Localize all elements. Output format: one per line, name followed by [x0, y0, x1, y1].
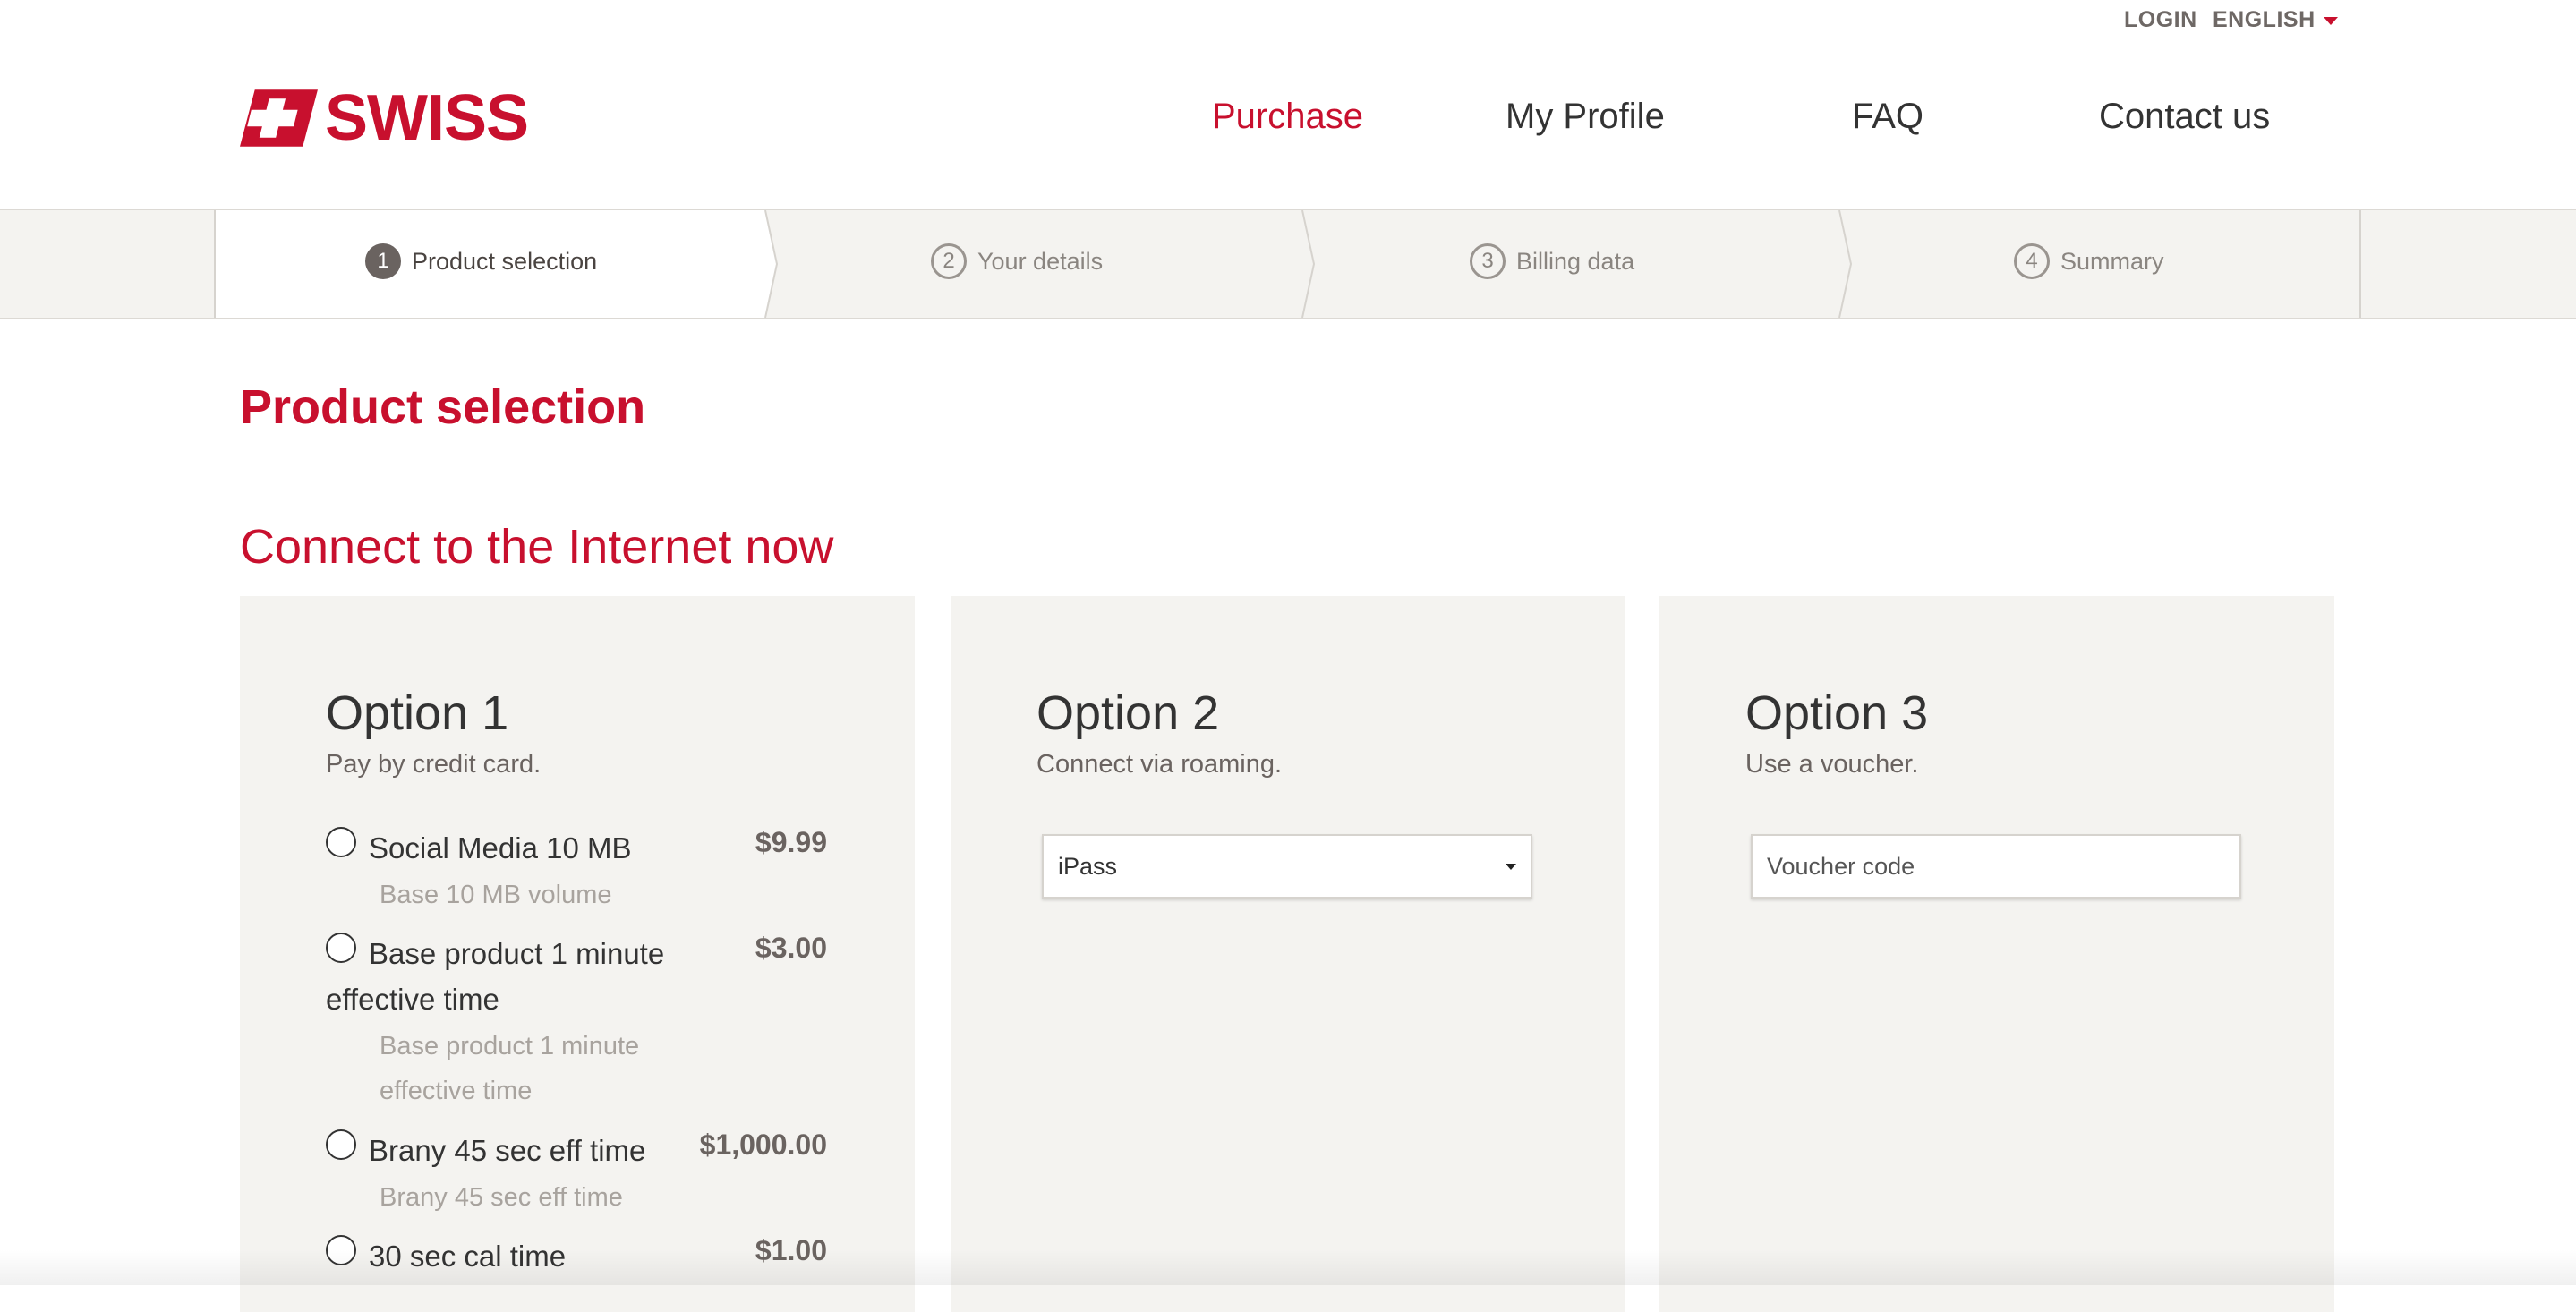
section-title: Connect to the Internet now — [240, 520, 834, 574]
step-number: 2 — [931, 243, 967, 279]
step-label: Billing data — [1516, 247, 1635, 275]
option-title: Option 2 — [1036, 686, 1220, 740]
select-value: iPass — [1058, 852, 1118, 880]
language-selector[interactable]: ENGLISH — [2213, 7, 2338, 33]
option-subtitle: Pay by credit card. — [326, 750, 542, 779]
product-name: Social Media 10 MB — [369, 831, 632, 865]
checkout-stepper: 1 Product selection 2 Your details 3 Bil… — [0, 209, 2576, 319]
step-billing-data[interactable]: 3 Billing data — [1470, 243, 1634, 279]
swiss-logo[interactable]: SWISS — [240, 82, 529, 154]
product-description: Brany 45 sec eff time — [380, 1183, 623, 1212]
option-subtitle: Use a voucher. — [1745, 750, 1919, 779]
option-title: Option 3 — [1745, 686, 1929, 740]
product-price: $9.99 — [755, 826, 827, 858]
roaming-provider-select[interactable]: iPass — [1042, 834, 1532, 899]
step-number: 4 — [2014, 243, 2050, 279]
page-title: Product selection — [240, 380, 646, 434]
logo-wordmark: SWISS — [324, 82, 529, 154]
product-name: 30 sec cal time — [369, 1240, 567, 1273]
product-description: Base 10 MB volume — [380, 881, 612, 909]
option-subtitle: Connect via roaming. — [1036, 750, 1283, 779]
product-radio[interactable] — [326, 827, 356, 857]
product-item[interactable]: Base product 1 minute effective time $3.… — [326, 932, 827, 1113]
step-label: Summary — [2060, 247, 2164, 275]
top-utility-bar: LOGIN ENGLISH — [0, 0, 2576, 41]
voucher-code-input[interactable] — [1751, 834, 2241, 899]
product-price: $3.00 — [755, 932, 827, 964]
product-description: Base product 1 minute effective time — [380, 1032, 640, 1105]
swiss-flag-icon — [240, 89, 318, 147]
product-name: Brany 45 sec eff time — [369, 1134, 646, 1167]
product-item[interactable]: Social Media 10 MB $9.99 Base 10 MB volu… — [326, 826, 827, 917]
product-item[interactable]: 30 sec cal time $1.00 — [326, 1234, 827, 1279]
product-price: $1,000.00 — [699, 1129, 827, 1161]
option-title: Option 1 — [326, 686, 509, 740]
product-radio[interactable] — [326, 1129, 356, 1160]
option-1-panel: Option 1 Pay by credit card. Social Medi… — [240, 596, 915, 1312]
product-radio[interactable] — [326, 1235, 356, 1265]
chevron-down-icon — [1506, 863, 1516, 870]
nav-purchase[interactable]: Purchase — [1212, 97, 1363, 137]
step-summary[interactable]: 4 Summary — [2014, 243, 2164, 279]
product-price: $1.00 — [755, 1234, 827, 1266]
product-name: Base product 1 minute effective time — [326, 937, 665, 1016]
step-number: 3 — [1470, 243, 1506, 279]
option-3-panel: Option 3 Use a voucher. — [1659, 596, 2334, 1312]
step-product-selection[interactable]: 1 Product selection — [365, 243, 597, 279]
language-label: ENGLISH — [2213, 7, 2316, 32]
step-label: Product selection — [412, 247, 598, 275]
caret-down-icon — [2323, 17, 2338, 25]
site-header: SWISS Purchase My Profile FAQ Contact us — [0, 41, 2576, 209]
option-2-panel: Option 2 Connect via roaming. iPass — [951, 596, 1625, 1312]
step-your-details[interactable]: 2 Your details — [931, 243, 1103, 279]
nav-faq[interactable]: FAQ — [1852, 97, 1923, 137]
nav-my-profile[interactable]: My Profile — [1506, 97, 1665, 137]
step-label: Your details — [977, 247, 1104, 275]
product-radio[interactable] — [326, 933, 356, 963]
login-link[interactable]: LOGIN — [2124, 7, 2197, 33]
nav-contact-us[interactable]: Contact us — [2099, 97, 2270, 137]
product-item[interactable]: Brany 45 sec eff time $1,000.00 Brany 45… — [326, 1129, 827, 1220]
step-number: 1 — [365, 243, 401, 279]
